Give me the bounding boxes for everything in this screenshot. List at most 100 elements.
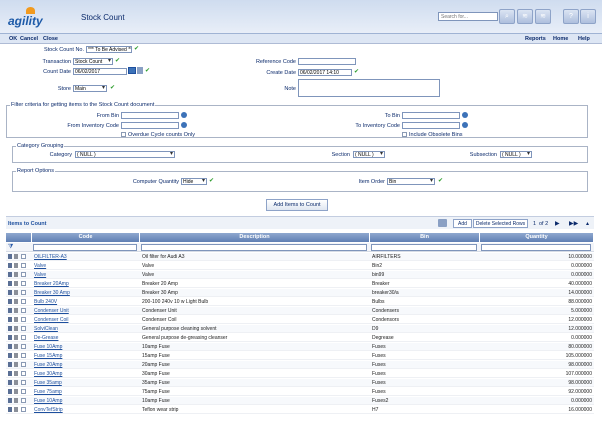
code-cell[interactable]: SolviClean bbox=[34, 325, 138, 333]
section-select[interactable]: ( NULL ) bbox=[353, 151, 385, 158]
inventory-lookup-icon[interactable] bbox=[181, 122, 187, 128]
store-select[interactable]: Main bbox=[73, 85, 107, 92]
calendar-icon[interactable] bbox=[128, 67, 136, 74]
delete-row-icon[interactable] bbox=[14, 272, 18, 277]
row-checkbox[interactable] bbox=[21, 371, 26, 376]
code-cell[interactable]: Fuse 10Amp bbox=[34, 343, 138, 351]
computer-quantity-select[interactable]: Hide bbox=[181, 178, 207, 185]
delete-row-icon[interactable] bbox=[14, 299, 18, 304]
edit-row-icon[interactable] bbox=[8, 290, 12, 295]
edit-row-icon[interactable] bbox=[8, 389, 12, 394]
table-row[interactable]: Fuse 20Amp 20amp Fuse Fuses 98.000000 bbox=[6, 361, 594, 369]
subsection-select[interactable]: ( NULL ) bbox=[500, 151, 532, 158]
row-checkbox[interactable] bbox=[21, 263, 26, 268]
to-inventory-code-field[interactable] bbox=[402, 122, 460, 129]
table-row[interactable]: Condenser Coil Condenser Coil Condensors 12… bbox=[6, 316, 594, 324]
row-checkbox[interactable] bbox=[21, 281, 26, 286]
add-items-button[interactable]: Add Items to Count bbox=[266, 199, 328, 211]
code-cell[interactable]: Breaker 30 Amp bbox=[34, 289, 138, 297]
edit-row-icon[interactable] bbox=[8, 371, 12, 376]
table-row[interactable]: Valve Valve Bin2 0.000000 bbox=[6, 262, 594, 270]
edit-row-icon[interactable] bbox=[8, 398, 12, 403]
to-bin-field[interactable] bbox=[402, 112, 460, 119]
search-icon[interactable]: ⌕ bbox=[499, 9, 515, 24]
count-date-field[interactable]: 06/02/2017 bbox=[73, 68, 127, 75]
edit-row-icon[interactable] bbox=[8, 272, 12, 277]
edit-row-icon[interactable] bbox=[8, 353, 12, 358]
bin-filter-input[interactable] bbox=[371, 244, 477, 251]
table-row[interactable]: Condenser Unit Condenser Unit Condensers 5.… bbox=[6, 307, 594, 315]
edit-row-icon[interactable] bbox=[8, 263, 12, 268]
row-checkbox[interactable] bbox=[21, 389, 26, 394]
help-icon[interactable]: ? bbox=[563, 9, 579, 24]
close-button[interactable]: Close bbox=[43, 36, 58, 42]
code-cell[interactable]: Bulb 240V bbox=[34, 298, 138, 306]
code-cell[interactable]: De-Grease bbox=[34, 334, 138, 342]
edit-row-icon[interactable] bbox=[8, 344, 12, 349]
inventory-lookup-icon[interactable] bbox=[462, 122, 468, 128]
agility-logo[interactable]: agility bbox=[8, 7, 48, 29]
edit-row-icon[interactable] bbox=[8, 335, 12, 340]
edit-row-icon[interactable] bbox=[8, 407, 12, 412]
item-order-select[interactable]: Bin bbox=[387, 178, 435, 185]
add-row-button[interactable]: Add bbox=[453, 219, 472, 228]
collapse-icon[interactable]: ▴ bbox=[586, 220, 589, 227]
last-page-icon[interactable]: ▶▶ bbox=[569, 220, 578, 227]
code-cell[interactable]: Fuse 75amp bbox=[34, 388, 138, 396]
quantity-column-header[interactable]: Quantity bbox=[480, 233, 594, 242]
columns-icon[interactable] bbox=[438, 219, 447, 227]
row-checkbox[interactable] bbox=[21, 353, 26, 358]
row-checkbox[interactable] bbox=[21, 290, 26, 295]
delete-row-icon[interactable] bbox=[14, 398, 18, 403]
code-cell[interactable]: ConvTefStrip bbox=[34, 406, 138, 414]
bin-column-header[interactable]: Bin bbox=[370, 233, 480, 242]
reference-code-field[interactable] bbox=[298, 58, 356, 65]
delete-row-icon[interactable] bbox=[14, 335, 18, 340]
code-cell[interactable]: Breaker 20Amp bbox=[34, 280, 138, 288]
table-row[interactable]: Fuse 15Amp 15amp Fuse Fuses 105.000000 bbox=[6, 352, 594, 360]
next-page-icon[interactable]: ▶ bbox=[555, 220, 560, 227]
edit-row-icon[interactable] bbox=[8, 308, 12, 313]
delete-row-icon[interactable] bbox=[14, 281, 18, 286]
edit-row-icon[interactable] bbox=[8, 254, 12, 259]
code-cell[interactable]: Fuse 10Amp bbox=[34, 397, 138, 405]
help-link[interactable]: Help bbox=[578, 36, 590, 42]
table-row[interactable]: OILFILTER-A3 Oil filter for Audi A3 AIRFIL… bbox=[6, 253, 594, 261]
description-filter-input[interactable] bbox=[141, 244, 367, 251]
edit-row-icon[interactable] bbox=[8, 317, 12, 322]
overdue-checkbox[interactable] bbox=[121, 132, 126, 137]
delete-row-icon[interactable] bbox=[14, 317, 18, 322]
delete-row-icon[interactable] bbox=[14, 254, 18, 259]
category-select[interactable]: ( NULL ) bbox=[75, 151, 175, 158]
edit-row-icon[interactable] bbox=[8, 299, 12, 304]
search-input[interactable] bbox=[438, 12, 498, 21]
delete-row-icon[interactable] bbox=[14, 326, 18, 331]
edit-row-icon[interactable] bbox=[8, 362, 12, 367]
code-cell[interactable]: Fuse 35amp bbox=[34, 379, 138, 387]
delete-selected-rows-button[interactable]: Delete Selected Rows bbox=[473, 219, 528, 228]
rss-icon[interactable]: ≋ bbox=[517, 9, 533, 24]
row-checkbox[interactable] bbox=[21, 254, 26, 259]
edit-row-icon[interactable] bbox=[8, 380, 12, 385]
bin-lookup-icon[interactable] bbox=[181, 112, 187, 118]
code-filter-input[interactable] bbox=[33, 244, 137, 251]
ok-button[interactable]: OK bbox=[9, 36, 17, 42]
row-checkbox[interactable] bbox=[21, 380, 26, 385]
delete-row-icon[interactable] bbox=[14, 353, 18, 358]
table-row[interactable]: Breaker 20Amp Breaker 20 Amp Breaker 40.000… bbox=[6, 280, 594, 288]
transaction-select[interactable]: Stock Count bbox=[73, 58, 113, 65]
filter-icon[interactable]: ⧩ bbox=[8, 244, 13, 251]
delete-row-icon[interactable] bbox=[14, 308, 18, 313]
delete-row-icon[interactable] bbox=[14, 407, 18, 412]
note-textarea[interactable] bbox=[298, 79, 440, 97]
delete-row-icon[interactable] bbox=[14, 290, 18, 295]
table-row[interactable]: Fuse 10Amp 10amp Fuse Fuses2 0.000000 bbox=[6, 397, 594, 405]
description-column-header[interactable]: Description bbox=[140, 233, 370, 242]
code-cell[interactable]: Fuse 15Amp bbox=[34, 352, 138, 360]
code-cell[interactable]: Condenser Unit bbox=[34, 307, 138, 315]
from-bin-field[interactable] bbox=[121, 112, 179, 119]
feed-icon[interactable]: ≋ bbox=[535, 9, 551, 24]
delete-row-icon[interactable] bbox=[14, 371, 18, 376]
bin-lookup-icon[interactable] bbox=[462, 112, 468, 118]
code-cell[interactable]: Fuse 20Amp bbox=[34, 361, 138, 369]
